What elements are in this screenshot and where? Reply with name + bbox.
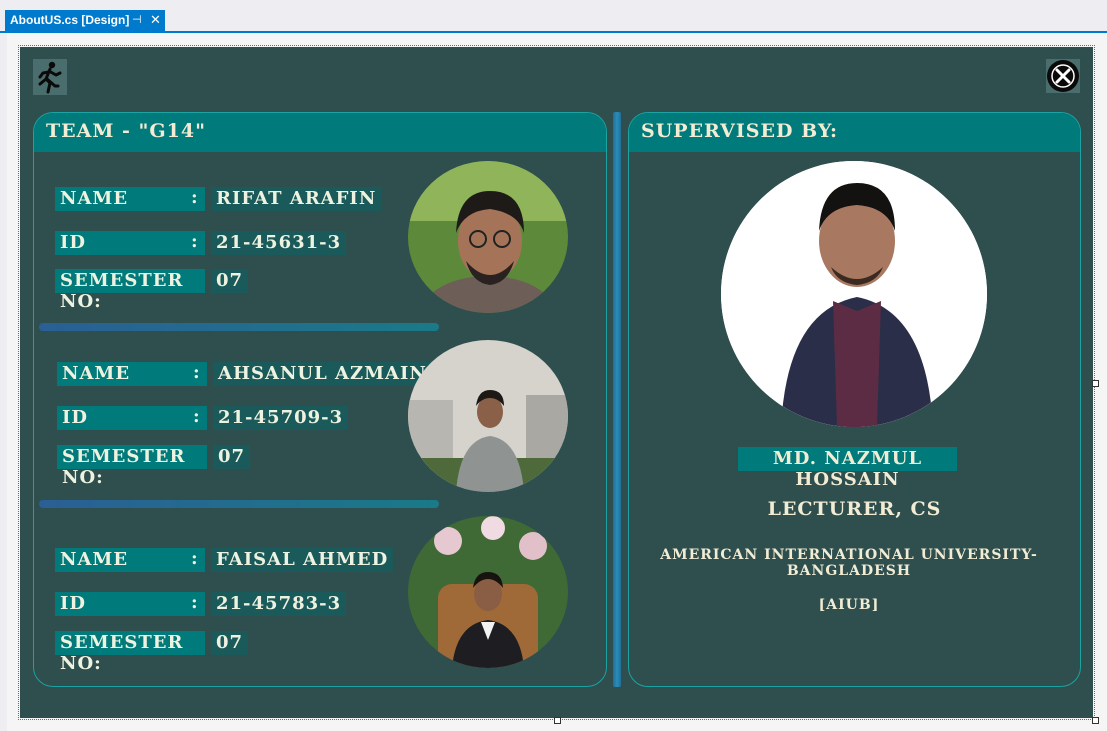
name-colon: :: [191, 548, 198, 569]
member-photo-1: [408, 161, 568, 313]
supervisor-university: AMERICAN INTERNATIONAL UNIVERSITY-BANGLA…: [660, 547, 1038, 579]
panel-divider: [613, 112, 621, 687]
semester-value: 07: [211, 269, 249, 293]
name-colon: :: [191, 187, 198, 208]
running-person-icon[interactable]: [33, 59, 67, 95]
member-photo-2: [408, 340, 568, 492]
member-card-3: NAME : FAISAL AHMED ID : 21-45783-3 SEME…: [34, 516, 606, 676]
name-value: RIFAT ARAFIN: [211, 187, 382, 211]
semester-label: SEMESTER NO:: [55, 269, 205, 312]
id-label: ID: [57, 406, 207, 430]
tab-close-icon[interactable]: ✕: [150, 12, 161, 28]
document-tabstrip: AboutUS.cs [Design] ⊣ ✕: [0, 0, 1107, 33]
name-value: AHSANUL AZMAIN: [213, 362, 432, 386]
close-circle-icon[interactable]: [1046, 59, 1080, 93]
name-label: NAME: [55, 548, 205, 572]
tab-aboutus-design[interactable]: AboutUS.cs [Design] ⊣ ✕: [5, 10, 165, 31]
member-card-1: NAME : RIFAT ARAFIN ID : 21-45631-3 SEME…: [34, 161, 606, 321]
member-separator-1: [39, 323, 439, 331]
semester-value: 07: [211, 631, 249, 655]
member-card-2: NAME : AHSANUL AZMAIN ID : 21-45709-3 SE…: [34, 340, 606, 500]
name-value: FAISAL AHMED: [211, 548, 394, 572]
semester-label: SEMESTER NO:: [57, 445, 207, 488]
name-colon: :: [193, 362, 200, 383]
pin-icon[interactable]: ⊣: [132, 13, 142, 26]
supervisor-photo: [721, 161, 987, 427]
name-label: NAME: [55, 187, 205, 211]
id-colon: :: [191, 231, 198, 252]
team-panel: TEAM - "G14" NAME : RIFAT ARAFIN ID : 21…: [33, 112, 607, 687]
semester-label: SEMESTER NO:: [55, 631, 205, 674]
supervisor-name: MD. NAZMUL HOSSAIN: [738, 447, 957, 490]
resize-handle-right[interactable]: [1092, 380, 1099, 387]
supervisor-panel: SUPERVISED BY: MD. NAZMUL HOSSAIN LECTUR…: [628, 112, 1081, 687]
supervisor-university-abbr: [AIUB]: [818, 597, 880, 613]
about-us-form: TEAM - "G14" NAME : RIFAT ARAFIN ID : 21…: [18, 45, 1095, 720]
member-photo-3: [408, 516, 568, 668]
id-colon: :: [191, 592, 198, 613]
id-value: 21-45631-3: [211, 231, 347, 255]
id-value: 21-45709-3: [213, 406, 349, 430]
member-separator-2: [39, 500, 439, 508]
tab-title: AboutUS.cs [Design]: [10, 13, 130, 27]
id-label: ID: [55, 231, 205, 255]
name-label: NAME: [57, 362, 207, 386]
supervisor-title: LECTURER, CS: [767, 498, 942, 520]
id-value: 21-45783-3: [211, 592, 347, 616]
team-header: TEAM - "G14": [34, 113, 606, 152]
id-label: ID: [55, 592, 205, 616]
resize-handle-bottom[interactable]: [554, 717, 561, 724]
semester-value: 07: [213, 445, 251, 469]
id-colon: :: [193, 406, 200, 427]
resize-handle-corner[interactable]: [1092, 717, 1099, 724]
supervisor-header: SUPERVISED BY:: [629, 113, 1080, 152]
